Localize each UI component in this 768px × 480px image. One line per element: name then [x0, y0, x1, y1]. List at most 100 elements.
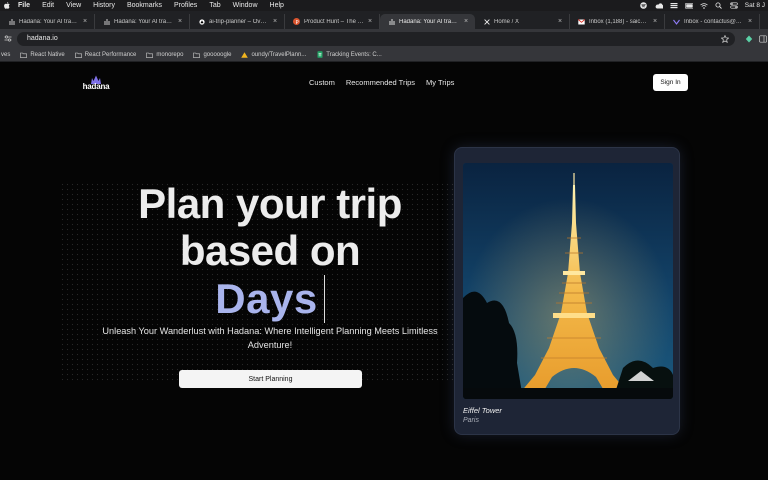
cloud-icon[interactable] [655, 2, 663, 9]
folder-icon [146, 52, 154, 58]
site-logo[interactable]: hadana [80, 72, 112, 92]
x-icon [483, 18, 490, 25]
bookmark-label: ves [1, 51, 11, 58]
wifi-icon[interactable] [700, 2, 708, 9]
browser-tab-strip: Hadana: Your AI travel planner × Hadana:… [0, 11, 768, 29]
mail-icon [673, 18, 680, 25]
menu-window[interactable]: Window [227, 2, 264, 9]
bookmark-label: oundy/TravelPlann... [251, 51, 307, 58]
folder-icon [20, 52, 28, 58]
folder-icon [74, 52, 82, 58]
bookmark-label: gooooogle [203, 51, 232, 58]
stack-icon[interactable] [670, 2, 678, 9]
menu-view[interactable]: View [60, 2, 87, 9]
menu-bookmarks[interactable]: Bookmarks [121, 2, 168, 9]
tab-title: Hadana: Your AI travel planner [114, 18, 174, 25]
close-icon[interactable]: × [463, 18, 469, 25]
sheet-icon [316, 51, 323, 58]
app-menu: File Edit View History Bookmarks Profile… [12, 2, 290, 9]
destination-card[interactable]: Eiffel Tower Paris [454, 147, 680, 435]
tab-hadana-2[interactable]: Hadana: Your AI travel planner × [95, 14, 190, 29]
menu-history[interactable]: History [87, 2, 121, 9]
bookmark-tracking-events[interactable]: Tracking Events: C... [316, 51, 382, 58]
warning-icon [241, 51, 249, 58]
macos-menubar: File Edit View History Bookmarks Profile… [0, 0, 768, 11]
menu-profiles[interactable]: Profiles [168, 2, 203, 9]
folder-icon [193, 52, 201, 58]
address-bar[interactable]: hadana.io [17, 31, 735, 46]
vercel-icon [198, 18, 205, 25]
toolbar-extensions [745, 30, 767, 48]
menu-tab[interactable]: Tab [203, 2, 226, 9]
spotify-icon[interactable] [640, 2, 648, 9]
url-text[interactable]: hadana.io [27, 35, 58, 42]
site-settings-icon[interactable] [3, 34, 13, 44]
nav-my-trips[interactable]: My Trips [426, 78, 454, 87]
bookmark-label: React Performance [84, 51, 137, 58]
sign-in-button[interactable]: Sign In [653, 74, 688, 91]
sidebar-toggle-icon[interactable] [759, 30, 767, 48]
close-icon[interactable]: × [747, 18, 753, 25]
status-tray: Sat 8 J [640, 0, 765, 11]
close-icon[interactable]: × [177, 18, 183, 25]
hero-line-2: based on [179, 227, 361, 274]
bookmark-folder-react-native[interactable]: React Native [20, 51, 65, 58]
hadana-icon [8, 18, 15, 25]
bookmark-folder-monorepo[interactable]: monorepo [146, 52, 183, 58]
svg-text:P: P [295, 20, 298, 25]
nav-recommended-trips[interactable]: Recommended Trips [346, 78, 415, 87]
close-icon[interactable]: × [557, 18, 563, 25]
bookmark-item[interactable]: ves [1, 52, 10, 58]
bookmark-star-icon[interactable] [720, 34, 730, 45]
apple-icon[interactable] [3, 2, 10, 10]
close-icon[interactable]: × [367, 18, 373, 25]
bookmarks-bar: ves React Native React Performance monor… [0, 48, 768, 62]
tab-vercel[interactable]: ai-trip-planner – Overview × [190, 14, 285, 29]
bookmark-folder-react-performance[interactable]: React Performance [74, 51, 137, 58]
menu-edit[interactable]: Edit [36, 2, 60, 9]
tab-gmail[interactable]: Inbox (1,188) - saichandu × [570, 14, 665, 29]
card-title: Eiffel Tower [463, 406, 502, 415]
hero-typed-line: Days [100, 274, 440, 324]
bookmark-travelplanner[interactable]: oundy/TravelPlann... [241, 52, 306, 58]
extension-icon[interactable] [745, 30, 753, 48]
eiffel-tower-photo [463, 163, 673, 399]
menu-help[interactable]: Help [264, 2, 290, 9]
battery-icon[interactable] [684, 2, 693, 9]
tab-title: Home / X [494, 18, 520, 25]
tab-title: Inbox - contactus@hadana [684, 18, 744, 25]
close-icon[interactable]: × [652, 18, 658, 25]
tab-x[interactable]: Home / X × [475, 14, 570, 29]
hero-line-1: Plan your trip [138, 180, 402, 227]
hero-typed-word: Days [215, 275, 318, 322]
logo-text: hadana [82, 82, 110, 91]
close-icon[interactable]: × [272, 18, 278, 25]
bookmark-label: monorepo [156, 51, 184, 58]
close-icon[interactable]: × [82, 18, 88, 25]
primary-nav: Custom Recommended Trips My Trips [309, 78, 454, 87]
tab-hadana-1[interactable]: Hadana: Your AI travel planner × [0, 14, 95, 29]
tab-producthunt[interactable]: P Product Hunt – The best new products × [285, 14, 380, 29]
tab-title: Inbox (1,188) - saichandu [589, 18, 649, 25]
tab-title: Product Hunt – The best new products [304, 18, 364, 25]
tab-hadana-active[interactable]: Hadana: Your AI travel planner × [380, 14, 475, 29]
text-cursor [323, 275, 325, 323]
control-center-icon[interactable] [729, 2, 738, 9]
site-navbar: hadana Custom Recommended Trips My Trips… [0, 62, 768, 102]
web-page: hadana Custom Recommended Trips My Trips… [0, 62, 768, 480]
nav-custom[interactable]: Custom [309, 78, 335, 87]
hero-heading: Plan your trip based on [100, 180, 440, 274]
start-planning-button[interactable]: Start Planning [179, 370, 362, 388]
menu-file[interactable]: File [12, 2, 36, 9]
bookmark-label: Tracking Events: C... [326, 51, 382, 58]
bookmark-folder-gooooogle[interactable]: gooooogle [193, 52, 231, 58]
menubar-clock[interactable]: Sat 8 J [745, 2, 765, 9]
tab-mail[interactable]: Inbox - contactus@hadana × [665, 14, 760, 29]
gmail-icon [578, 18, 585, 25]
bookmark-label: React Native [30, 51, 65, 58]
card-subtitle: Paris [463, 417, 479, 424]
hadana-icon [388, 18, 395, 25]
hero-subtitle: Unleash Your Wanderlust with Hadana: Whe… [102, 326, 438, 350]
spotlight-search-icon[interactable] [715, 2, 723, 9]
browser-toolbar: hadana.io [0, 29, 768, 48]
